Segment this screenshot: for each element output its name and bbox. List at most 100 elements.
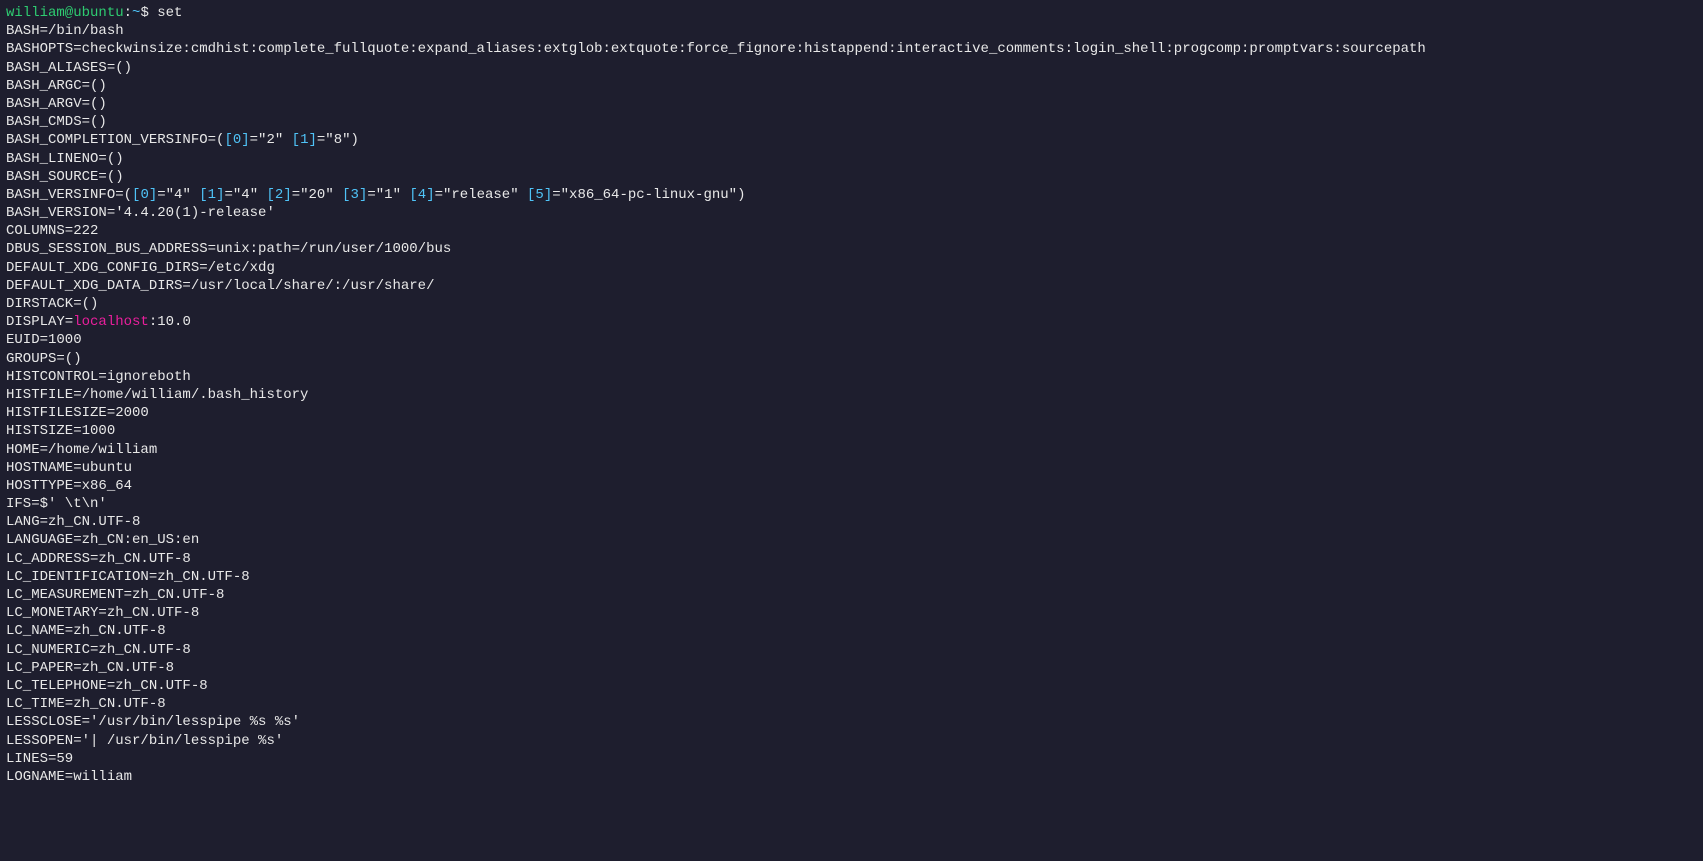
output-line: HOSTTYPE=x86_64 [6,477,1697,495]
env-var: BASH_ALIASES=() [6,60,132,76]
array-index: 1 [208,187,216,203]
output-line: LC_ADDRESS=zh_CN.UTF-8 [6,550,1697,568]
output-line: BASH_VERSINFO=([0]="4" [1]="4" [2]="20" … [6,186,1697,204]
prompt-user-host: william@ubuntu [6,5,124,21]
env-var: LC_MEASUREMENT=zh_CN.UTF-8 [6,587,224,603]
array-value: ="release" [435,187,519,203]
bracket: [ [342,187,350,203]
env-var: LC_NUMERIC=zh_CN.UTF-8 [6,642,191,658]
output-line: LC_TELEPHONE=zh_CN.UTF-8 [6,677,1697,695]
env-var: LC_PAPER=zh_CN.UTF-8 [6,660,174,676]
env-var: BASH_VERSION='4.4.20(1)-release' [6,205,275,221]
space [283,132,291,148]
output-line: HISTCONTROL=ignoreboth [6,368,1697,386]
env-var: LESSCLOSE='/usr/bin/lesspipe %s %s' [6,714,300,730]
bracket: ] [241,132,249,148]
output-line: HOME=/home/william [6,441,1697,459]
output-line: DEFAULT_XDG_DATA_DIRS=/usr/local/share/:… [6,277,1697,295]
output-line: BASH=/bin/bash [6,22,1697,40]
output-line: DISPLAY=localhost:10.0 [6,313,1697,331]
env-var: HISTSIZE=1000 [6,423,115,439]
space [258,187,266,203]
array-index: 4 [418,187,426,203]
env-var: BASH_VERSINFO=( [6,187,132,203]
output-line: BASH_ARGV=() [6,95,1697,113]
env-var: BASH=/bin/bash [6,23,124,39]
env-var: LC_ADDRESS=zh_CN.UTF-8 [6,551,191,567]
env-var: HISTFILESIZE=2000 [6,405,149,421]
array-index: 0 [233,132,241,148]
array-value: ="2" [250,132,284,148]
output-line: LC_TIME=zh_CN.UTF-8 [6,695,1697,713]
env-var: BASH_SOURCE=() [6,169,124,185]
bracket: [ [224,132,232,148]
env-var: BASH_ARGV=() [6,96,107,112]
env-var: HOSTNAME=ubuntu [6,460,132,476]
output-line: BASH_ARGC=() [6,77,1697,95]
env-var: LC_MONETARY=zh_CN.UTF-8 [6,605,199,621]
bracket: ] [283,187,291,203]
array-value: ="x86_64-pc-linux-gnu" [552,187,737,203]
space [519,187,527,203]
output-line: BASH_LINENO=() [6,150,1697,168]
env-var: HOME=/home/william [6,442,157,458]
env-var: LESSOPEN='| /usr/bin/lesspipe %s' [6,733,283,749]
bracket: [ [267,187,275,203]
bracket: ] [308,132,316,148]
output-line: LANG=zh_CN.UTF-8 [6,513,1697,531]
env-var: HOSTTYPE=x86_64 [6,478,132,494]
space [191,187,199,203]
array-value: ="8" [317,132,351,148]
env-var: LC_IDENTIFICATION=zh_CN.UTF-8 [6,569,250,585]
output-line: LC_NAME=zh_CN.UTF-8 [6,622,1697,640]
env-var: HISTFILE=/home/william/.bash_history [6,387,308,403]
env-var: BASH_CMDS=() [6,114,107,130]
env-var: DEFAULT_XDG_CONFIG_DIRS=/etc/xdg [6,260,275,276]
output-line: LINES=59 [6,750,1697,768]
paren: ) [351,132,359,148]
array-value: ="4" [224,187,258,203]
array-index: 0 [140,187,148,203]
output-line: LC_MEASUREMENT=zh_CN.UTF-8 [6,586,1697,604]
output-line: LANGUAGE=zh_CN:en_US:en [6,531,1697,549]
prompt-line: william@ubuntu:~$ set [6,4,1697,22]
bracket: ] [426,187,434,203]
env-var: IFS=$' \t\n' [6,496,107,512]
env-var: BASH_LINENO=() [6,151,124,167]
bracket: [ [409,187,417,203]
output-line: BASHOPTS=checkwinsize:cmdhist:complete_f… [6,40,1697,58]
prompt-symbol: $ [140,5,157,21]
output-line: GROUPS=() [6,350,1697,368]
env-var: LOGNAME=william [6,769,132,785]
output-line: EUID=1000 [6,331,1697,349]
bracket: [ [199,187,207,203]
env-var: BASH_ARGC=() [6,78,107,94]
env-var: LC_TELEPHONE=zh_CN.UTF-8 [6,678,208,694]
output-line: DIRSTACK=() [6,295,1697,313]
command-text: set [157,5,182,21]
bracket: ] [149,187,157,203]
array-value: ="20" [292,187,334,203]
bracket: ] [544,187,552,203]
array-index: 5 [535,187,543,203]
terminal-output[interactable]: william@ubuntu:~$ setBASH=/bin/bashBASHO… [6,4,1697,786]
output-line: BASH_COMPLETION_VERSINFO=([0]="2" [1]="8… [6,131,1697,149]
env-var: HISTCONTROL=ignoreboth [6,369,191,385]
output-line: BASH_CMDS=() [6,113,1697,131]
output-line: LC_NUMERIC=zh_CN.UTF-8 [6,641,1697,659]
env-var: BASH_COMPLETION_VERSINFO=( [6,132,224,148]
env-var: DISPLAY= [6,314,73,330]
output-line: HISTSIZE=1000 [6,422,1697,440]
env-var: DIRSTACK=() [6,296,98,312]
output-line: BASH_SOURCE=() [6,168,1697,186]
output-line: HOSTNAME=ubuntu [6,459,1697,477]
prompt-sep: : [124,5,132,21]
env-var: EUID=1000 [6,332,82,348]
paren: ) [737,187,745,203]
env-var: DBUS_SESSION_BUS_ADDRESS=unix:path=/run/… [6,241,451,257]
output-line: LC_MONETARY=zh_CN.UTF-8 [6,604,1697,622]
display-host: localhost [73,314,149,330]
env-var: COLUMNS=222 [6,223,98,239]
output-line: BASH_VERSION='4.4.20(1)-release' [6,204,1697,222]
env-var: GROUPS=() [6,351,82,367]
